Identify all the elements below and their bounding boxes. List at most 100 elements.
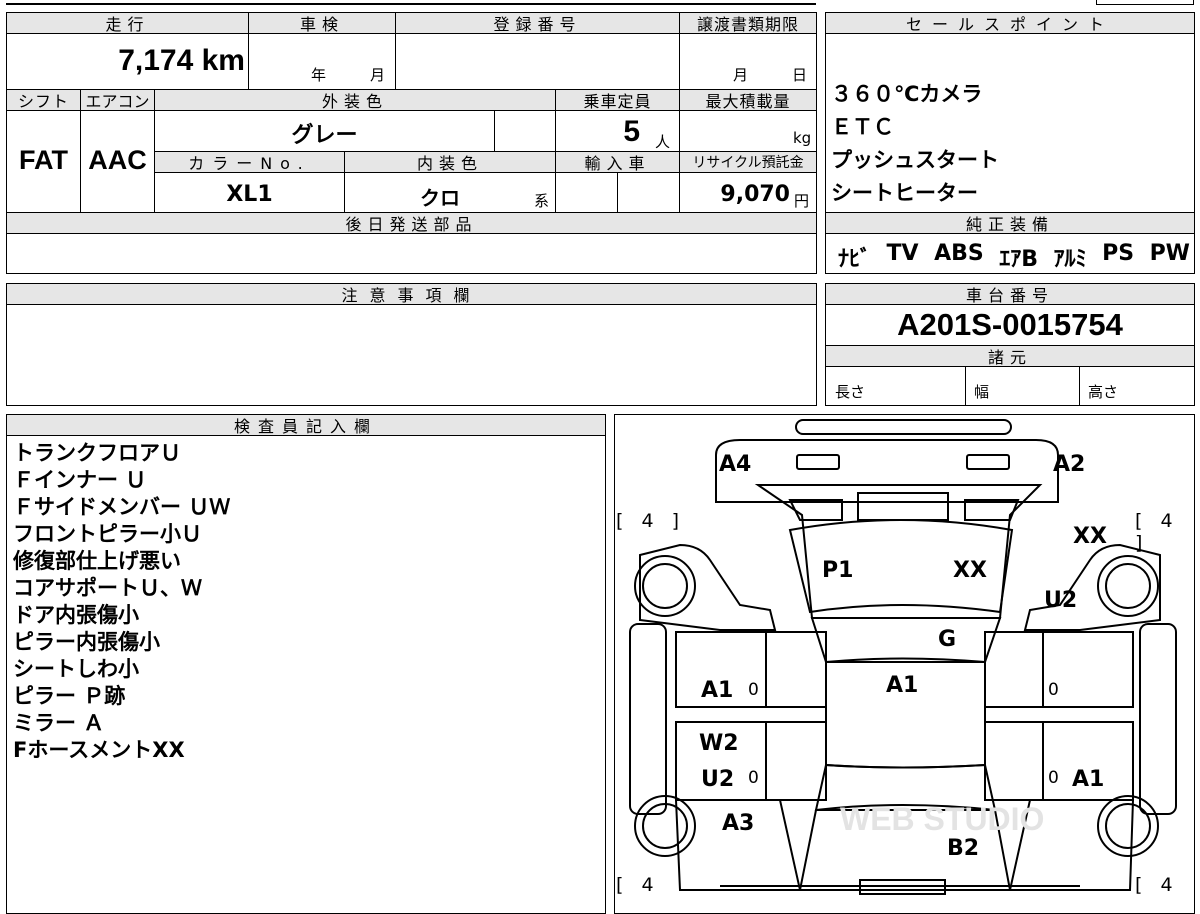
- capacity-value: 5: [623, 115, 640, 148]
- damage-a1-right-rear: A1: [1072, 767, 1105, 792]
- left-headlight: [796, 454, 840, 470]
- notes-header: 注意事項欄: [6, 283, 817, 305]
- recycle-unit: 円: [794, 192, 810, 210]
- damage-g: G: [938, 627, 957, 652]
- tire-label-rear-left: [ 4: [616, 874, 660, 896]
- wheel-rear-right-inner: [1105, 803, 1151, 849]
- inspector-note: フロントピラー小Ｕ: [13, 522, 202, 546]
- damage-0-right-front: 0: [1048, 680, 1059, 700]
- aircon-value: AAC: [88, 145, 147, 175]
- damage-0-left-rear: 0: [748, 768, 759, 788]
- capacity-header: 乗車定員: [555, 89, 680, 111]
- equipment-row: ﾅﾋﾞ TV ABS ｴｱB ｱﾙﾐ PS PW: [838, 241, 1190, 273]
- left-fender: [639, 543, 777, 631]
- inspector-header: 検査員記入欄: [6, 414, 606, 436]
- registration-cell: [395, 33, 680, 90]
- damage-w2: W2: [699, 731, 739, 756]
- inspector-note: ドア内張傷小: [13, 603, 139, 627]
- inspector-note: シートしわ小: [13, 657, 139, 681]
- equipment-item: ｴｱB: [999, 247, 1039, 272]
- max-load-unit: kg: [793, 129, 812, 147]
- later-parts-header: 後日発送部品: [6, 212, 817, 234]
- cowl: [810, 617, 1002, 663]
- sales-point-item: プッシュスタート: [831, 148, 999, 172]
- interior-color-value: クロ: [420, 186, 460, 210]
- equipment-item: TV: [886, 241, 919, 266]
- deadline-header: 譲渡書類期限: [679, 12, 817, 34]
- front-bumper-strip: [795, 419, 1012, 435]
- inspector-note: Ｆインナー Ｕ: [13, 468, 147, 492]
- recycle-value: 9,070: [720, 182, 790, 207]
- inspector-note: コアサポートＵ、Ｗ: [13, 576, 202, 600]
- inspector-note: Ｆサイドメンバー ＵＷ: [13, 495, 231, 519]
- damage-a1-roof: A1: [886, 673, 919, 698]
- chassis-value: A201S-0015754: [897, 307, 1123, 342]
- sales-point-item: ３６０℃カメラ: [831, 82, 983, 106]
- interior-color-header: 内装色: [344, 151, 556, 173]
- inspector-note: FホースメントXX: [13, 738, 185, 762]
- damage-a1-left-door: A1: [701, 678, 734, 703]
- right-front-door: [984, 631, 1134, 708]
- equipment-item: ｱﾙﾐ: [1053, 247, 1087, 272]
- exterior-color-extra: [494, 110, 556, 152]
- width-label: 幅: [974, 383, 990, 401]
- inspector-note: 修復部仕上げ悪い: [13, 549, 181, 573]
- damage-u2-left: U2: [701, 767, 735, 792]
- right-rear-door: [984, 721, 1134, 801]
- wheel-front-right-inner: [1105, 563, 1151, 609]
- max-load-header: 最大積載量: [679, 89, 817, 111]
- top-cropped-row: [6, 0, 816, 5]
- damage-a2: A2: [1053, 452, 1086, 477]
- damage-xx-fender: XX: [1073, 524, 1107, 549]
- deadline-day: 日: [792, 66, 808, 84]
- equipment-item: ABS: [934, 241, 984, 266]
- inspection-header: 車検: [248, 12, 396, 34]
- inspection-month: 月: [370, 66, 386, 84]
- shift-value: FAT: [19, 145, 68, 175]
- damage-0-right-rear: 0: [1048, 768, 1059, 788]
- inspector-notes-list: トランクフロアＵ Ｆインナー Ｕ Ｆサイドメンバー ＵＷ フロントピラー小Ｕ 修…: [13, 440, 230, 764]
- specs-header: 諸元: [825, 345, 1195, 367]
- inspector-note: トランクフロアＵ: [13, 441, 181, 465]
- hood-vent-center: [857, 492, 949, 521]
- chassis-header: 車台番号: [825, 283, 1195, 305]
- sales-point-item: ＥＴＣ: [831, 115, 894, 139]
- equipment-item: PS: [1102, 241, 1135, 266]
- damage-p1: P1: [822, 558, 854, 583]
- mileage-header: 走行: [6, 12, 249, 34]
- inspector-note: ミラー Ａ: [13, 711, 105, 735]
- damage-b2: B2: [947, 836, 980, 861]
- car-diagram: WEB STUDIO: [629, 419, 1177, 895]
- tire-label-front-left: [ 4 ]: [616, 510, 685, 532]
- color-no-header: カラーNo.: [154, 151, 345, 173]
- capacity-unit: 人: [655, 133, 671, 151]
- recycle-header: リサイクル預託金: [679, 151, 817, 173]
- import-cell-a: [555, 172, 618, 213]
- inspector-note: ピラー Ｐ跡: [13, 684, 126, 708]
- sales-points-header: セールスポイント: [825, 12, 1195, 34]
- right-sill: [1139, 623, 1177, 815]
- shift-header: シフト: [6, 89, 81, 111]
- color-no-value: XL1: [226, 182, 273, 207]
- aircon-header: エアコン: [80, 89, 155, 111]
- exterior-color-value: グレー: [291, 123, 358, 148]
- damage-a4: A4: [719, 452, 752, 477]
- wheel-front-left-inner: [642, 563, 688, 609]
- import-header: 輸入車: [555, 151, 680, 173]
- equipment-header: 純正装備: [825, 212, 1195, 234]
- registration-header: 登録番号: [395, 12, 680, 34]
- tire-label-front-right: [ 4 ]: [1135, 510, 1179, 554]
- sales-point-item: シートヒーター: [831, 181, 978, 205]
- damage-xx-hood: XX: [953, 558, 987, 583]
- watermark: WEB STUDIO: [840, 801, 1044, 837]
- import-cell-b: [617, 172, 680, 213]
- equipment-item: ﾅﾋﾞ: [838, 247, 872, 272]
- left-sill: [629, 623, 667, 815]
- height-label: 高さ: [1088, 383, 1119, 401]
- equipment-item: PW: [1149, 241, 1190, 266]
- sales-points-list: ３６０℃カメラ ＥＴＣ プッシュスタート シートヒーター: [831, 78, 999, 210]
- damage-a3: A3: [722, 811, 755, 836]
- hood: [754, 484, 1043, 619]
- length-label: 長さ: [835, 383, 866, 401]
- mileage-value: 7,174 km: [118, 44, 245, 77]
